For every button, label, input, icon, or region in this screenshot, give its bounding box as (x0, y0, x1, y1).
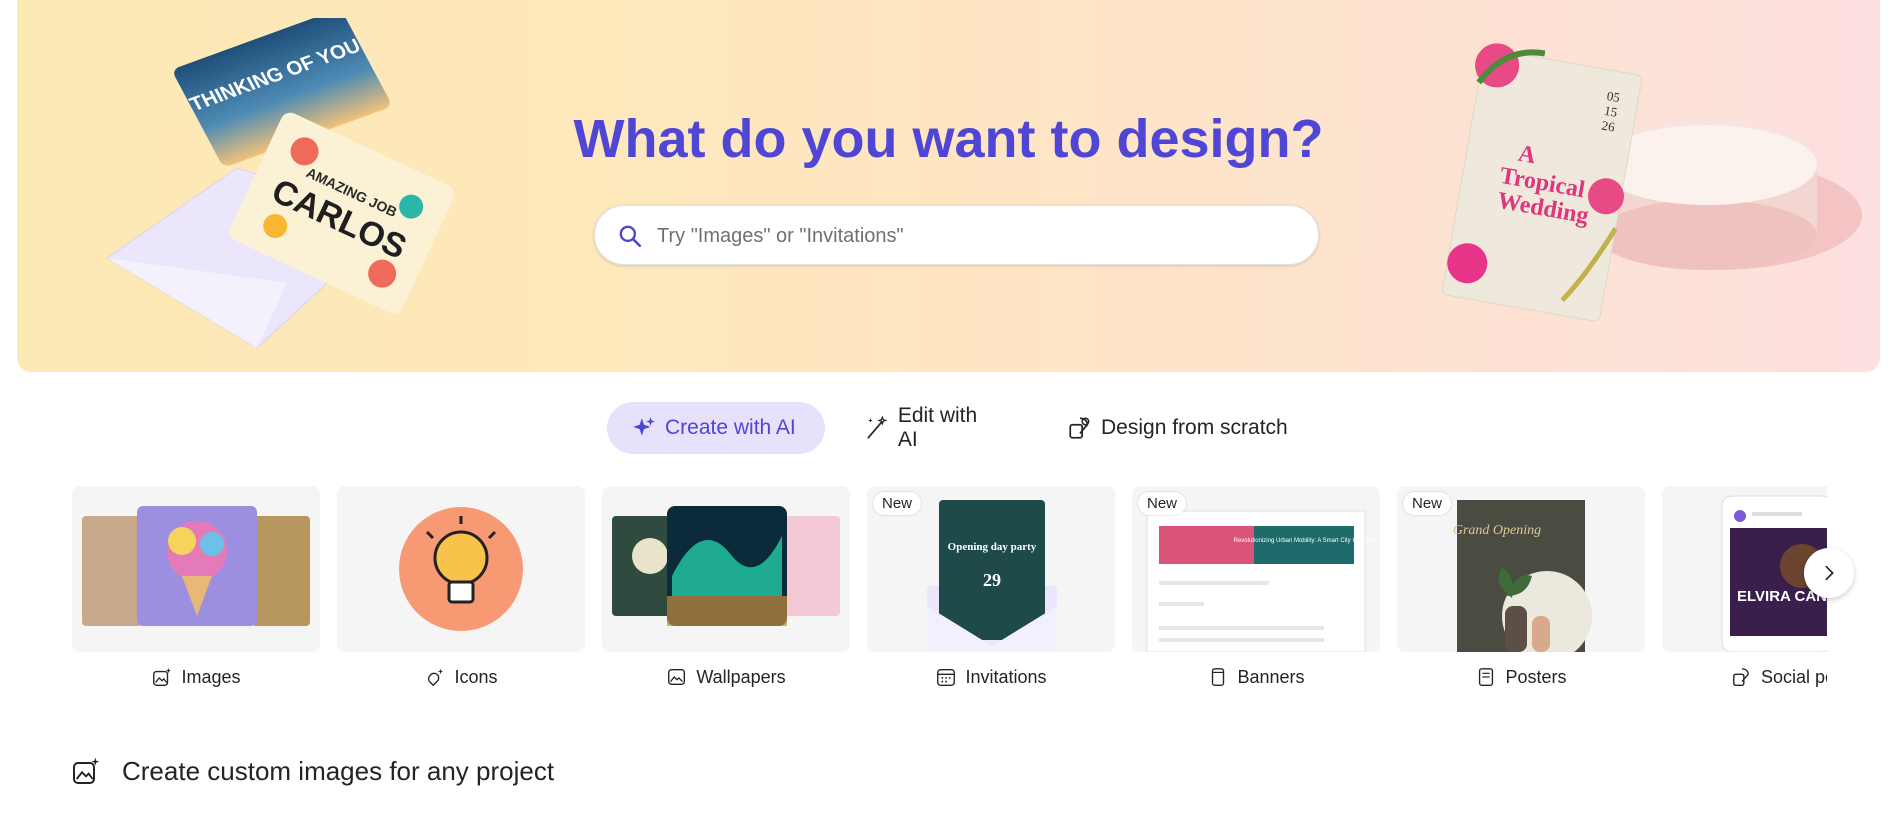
tab-create-with-ai[interactable]: Create with AI (607, 402, 825, 454)
category-thumbnail (337, 486, 585, 652)
tab-design-from-scratch[interactable]: Design from scratch (1043, 402, 1313, 454)
hero-banner: THINKING OF YOU AMAZING JOB CARLOS 05 15… (17, 0, 1880, 372)
design-mode-tabs: Create with AI Edit with AI Design from … (0, 402, 1900, 454)
search-icon (619, 225, 642, 248)
category-card-images[interactable]: Images (72, 486, 320, 696)
hero-title: What do you want to design? (573, 109, 1324, 169)
icon-sparkle-icon (428, 668, 444, 687)
new-badge: New (873, 492, 922, 515)
calendar-icon (937, 668, 956, 686)
category-thumbnail: Opening day party 29 New (867, 486, 1115, 652)
social-icon (1733, 668, 1749, 686)
category-label: Posters (1397, 666, 1645, 688)
category-label: Images (72, 666, 320, 688)
section-heading: Create custom images for any project (70, 755, 554, 787)
search-input[interactable] (655, 206, 1299, 266)
new-badge: New (1403, 492, 1452, 515)
category-label: Social pos (1731, 666, 1827, 688)
category-thumbnail: Revolutionizing Urban Mobility: A Smart … (1132, 486, 1380, 652)
category-card-invitations[interactable]: Opening day party 29 New Invitations (867, 486, 1115, 696)
phone-icon (1212, 668, 1225, 686)
tab-label: Create with AI (665, 416, 796, 439)
category-thumbnail: Grand Opening New (1397, 486, 1645, 652)
wedding-card-illustration: 05 15 26 A Tropical Wedding (1441, 43, 1862, 322)
invitation-title: Opening day party (948, 541, 1037, 553)
greeting-cards-illustration: THINKING OF YOU AMAZING JOB CARLOS (106, 18, 455, 349)
shapes-icon (1069, 417, 1090, 439)
search-box[interactable] (594, 205, 1319, 266)
category-label-text: Social pos (1761, 666, 1827, 687)
category-card-icons[interactable]: Icons (337, 486, 585, 696)
category-label: Icons (337, 666, 585, 688)
category-label-text: Icons (454, 666, 498, 687)
image-sparkle-icon (153, 667, 172, 686)
category-label-text: Images (181, 666, 241, 687)
category-card-wallpapers[interactable]: Wallpapers (602, 486, 850, 696)
category-label-text: Banners (1237, 666, 1305, 687)
category-label: Invitations (867, 666, 1115, 688)
wallpaper-icon (668, 668, 686, 686)
poster-title: Grand Opening (1453, 523, 1541, 538)
category-card-social-posts[interactable]: ELVIRA CANO Social pos (1662, 486, 1827, 696)
lightbulb-thumbnail-art (399, 507, 523, 631)
category-label-text: Posters (1505, 666, 1567, 687)
social-thumbnail-art: ELVIRA CANO (1721, 495, 1827, 652)
image-sparkle-icon (73, 757, 100, 784)
category-thumbnail (602, 486, 850, 652)
category-carousel: Images Icons Wallpapers Opening day part… (72, 486, 1827, 696)
category-thumbnail (72, 486, 320, 652)
carousel-next-button[interactable] (1804, 548, 1854, 598)
section-title: Create custom images for any project (122, 755, 555, 786)
new-badge: New (1138, 492, 1187, 515)
category-label-text: Invitations (965, 666, 1047, 687)
sparkle-icon (633, 417, 655, 436)
aurora-thumbnail-art (612, 506, 840, 626)
category-label-text: Wallpapers (696, 666, 786, 687)
banner-headline: Revolutionizing Urban Mobility: A Smart … (1234, 538, 1375, 544)
images-thumbnail-art (82, 506, 310, 626)
category-label: Wallpapers (602, 666, 850, 688)
tab-edit-with-ai[interactable]: Edit with AI (840, 402, 1025, 454)
category-thumbnail: ELVIRA CANO (1662, 486, 1827, 652)
chevron-right-icon (1825, 565, 1834, 581)
tab-label: Design from scratch (1101, 416, 1288, 439)
magic-wand-icon (867, 415, 888, 439)
invitation-day: 29 (983, 570, 1001, 590)
tab-label: Edit with AI (897, 404, 978, 451)
category-card-banners[interactable]: Revolutionizing Urban Mobility: A Smart … (1132, 486, 1380, 696)
category-label: Banners (1132, 666, 1380, 688)
document-icon (1479, 668, 1494, 686)
category-card-posters[interactable]: Grand Opening New Posters (1397, 486, 1645, 696)
